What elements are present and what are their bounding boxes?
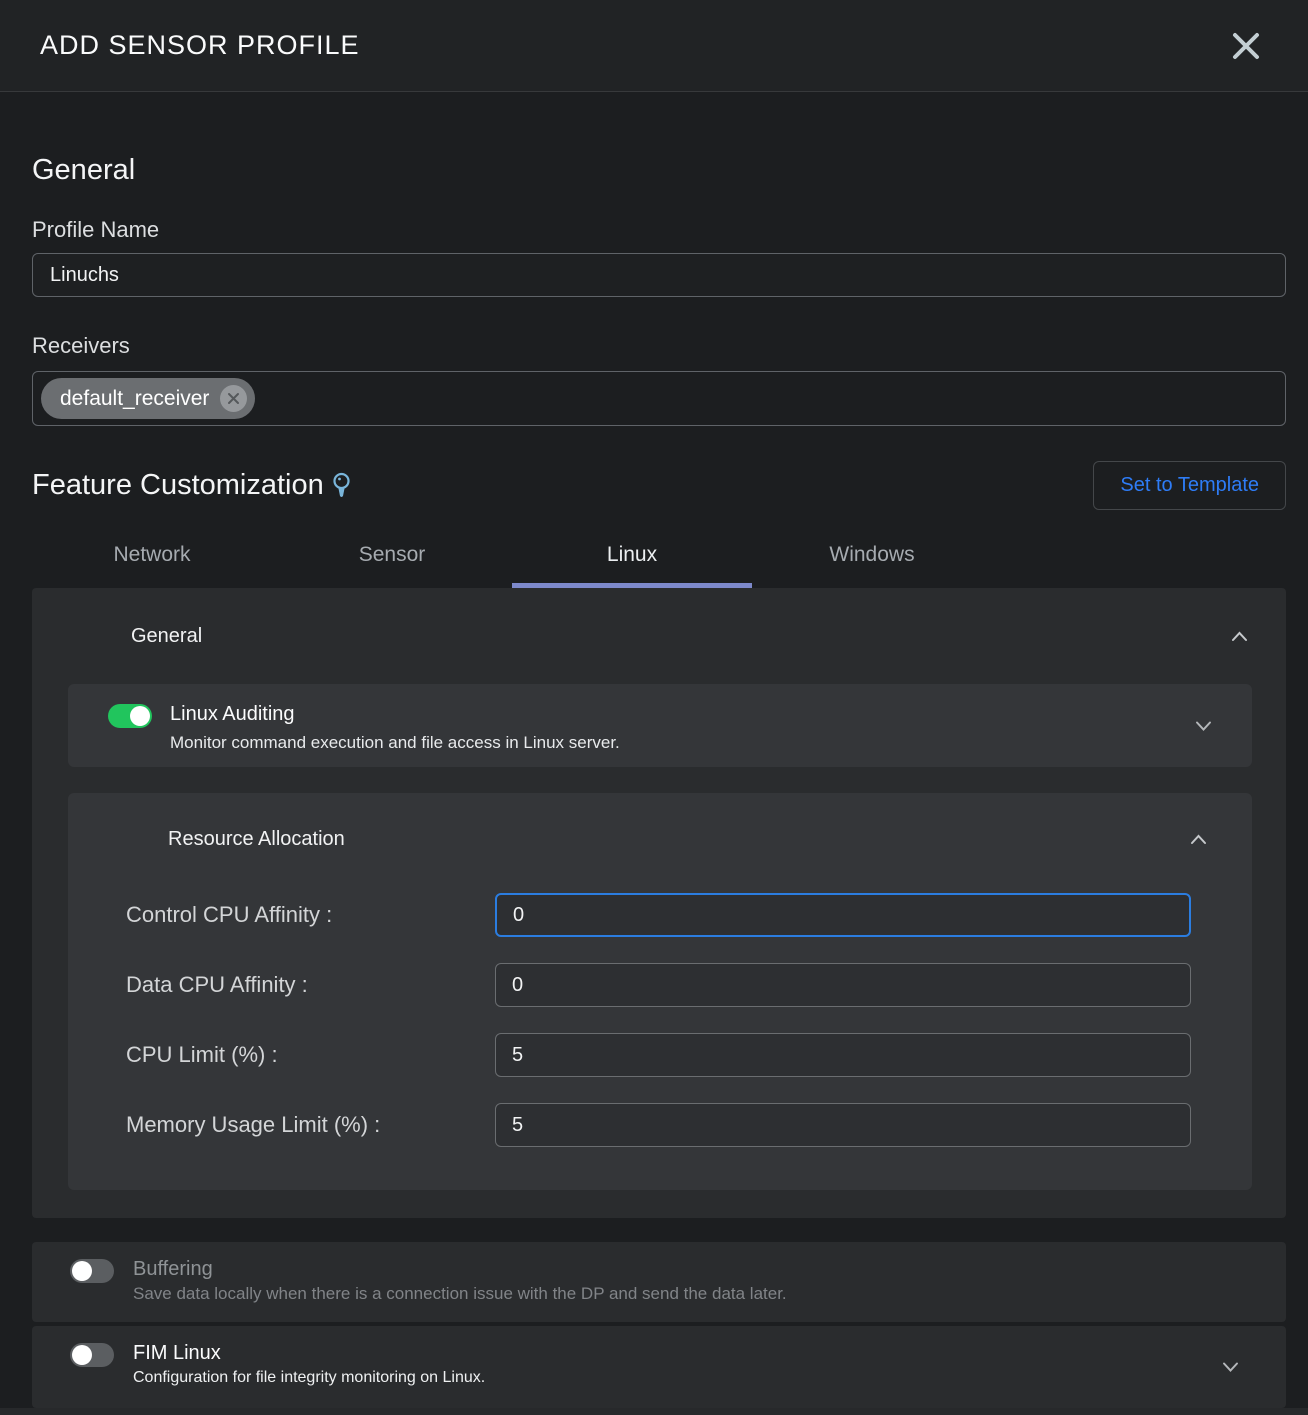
buffering-description: Save data locally when there is a connec… (133, 1284, 1216, 1303)
linux-auditing-description: Monitor command execution and file acces… (170, 733, 1192, 752)
resource-allocation-title: Resource Allocation (168, 827, 345, 851)
feature-tabs: Network Sensor Linux Windows (32, 527, 992, 588)
profile-name-input[interactable] (32, 253, 1286, 297)
linux-tab-panel: General Linux Auditing Monitor command e… (32, 588, 1286, 1218)
resource-allocation-panel: Resource Allocation Control CPU Affinity… (68, 793, 1252, 1190)
toggle-knob (72, 1345, 92, 1365)
resource-allocation-collapse-button[interactable] (1186, 830, 1211, 849)
chip-remove-button[interactable] (220, 385, 247, 412)
tab-network[interactable]: Network (32, 527, 272, 588)
cpu-limit-label: CPU Limit (%) : (126, 1042, 495, 1068)
chevron-down-icon (1195, 720, 1212, 731)
linux-auditing-title: Linux Auditing (170, 703, 1192, 725)
chevron-down-icon (1222, 1362, 1239, 1373)
tab-windows[interactable]: Windows (752, 527, 992, 588)
memory-usage-limit-label: Memory Usage Limit (%) : (126, 1112, 495, 1138)
fim-linux-row: FIM Linux Configuration for file integri… (32, 1326, 1286, 1408)
close-button[interactable] (1224, 24, 1268, 68)
modal-content: General Profile Name Receivers default_r… (0, 153, 1308, 1408)
linux-auditing-card: Linux Auditing Monitor command execution… (68, 684, 1252, 767)
control-cpu-affinity-input[interactable] (495, 893, 1191, 937)
set-to-template-button[interactable]: Set to Template (1093, 461, 1286, 510)
close-icon (1227, 27, 1265, 65)
memory-usage-limit-input[interactable] (495, 1103, 1191, 1147)
control-cpu-affinity-label: Control CPU Affinity : (126, 902, 495, 928)
tab-linux[interactable]: Linux (512, 527, 752, 588)
add-sensor-profile-modal: ADD SENSOR PROFILE General Profile Name … (0, 0, 1308, 1415)
buffering-title: Buffering (133, 1258, 1216, 1281)
data-cpu-affinity-row: Data CPU Affinity : (68, 963, 1252, 1007)
chevron-up-icon (1231, 631, 1248, 642)
toggle-knob (72, 1261, 92, 1281)
general-collapse-button[interactable] (1227, 627, 1252, 646)
fim-linux-description: Configuration for file integrity monitor… (133, 1368, 1216, 1387)
profile-name-label: Profile Name (32, 217, 1286, 243)
data-cpu-affinity-label: Data CPU Affinity : (126, 972, 495, 998)
remove-circle-icon (227, 392, 240, 405)
linux-auditing-toggle[interactable] (108, 704, 152, 728)
control-cpu-affinity-row: Control CPU Affinity : (68, 893, 1252, 937)
modal-bottom-edge (0, 1408, 1308, 1415)
feature-customization-heading: Feature Customization (32, 469, 324, 502)
fim-linux-toggle[interactable] (70, 1343, 114, 1367)
resource-allocation-fields: Control CPU Affinity : Data CPU Affinity… (68, 893, 1252, 1147)
feature-customization-row: Feature Customization Set to Template (32, 461, 1286, 510)
toggle-knob (130, 706, 150, 726)
data-cpu-affinity-input[interactable] (495, 963, 1191, 1007)
fim-linux-expand-button[interactable] (1218, 1358, 1243, 1377)
lightbulb-icon[interactable] (333, 472, 350, 500)
receivers-input[interactable]: default_receiver (32, 371, 1286, 426)
chevron-up-icon (1190, 834, 1207, 845)
receiver-chip: default_receiver (41, 378, 255, 419)
buffering-toggle[interactable] (70, 1259, 114, 1283)
memory-usage-limit-row: Memory Usage Limit (%) : (68, 1103, 1252, 1147)
resource-allocation-header[interactable]: Resource Allocation (68, 827, 1252, 851)
fim-linux-title: FIM Linux (133, 1342, 1216, 1365)
general-section-header[interactable]: General (32, 624, 1252, 648)
modal-title: ADD SENSOR PROFILE (40, 30, 360, 61)
modal-header: ADD SENSOR PROFILE (0, 0, 1308, 92)
general-heading: General (32, 153, 1286, 187)
tab-sensor[interactable]: Sensor (272, 527, 512, 588)
general-section-title: General (131, 624, 202, 648)
cpu-limit-input[interactable] (495, 1033, 1191, 1077)
buffering-row: Buffering Save data locally when there i… (32, 1242, 1286, 1322)
cpu-limit-row: CPU Limit (%) : (68, 1033, 1252, 1077)
receiver-chip-label: default_receiver (60, 387, 209, 411)
receivers-label: Receivers (32, 333, 1286, 359)
linux-auditing-expand-button[interactable] (1191, 716, 1216, 735)
